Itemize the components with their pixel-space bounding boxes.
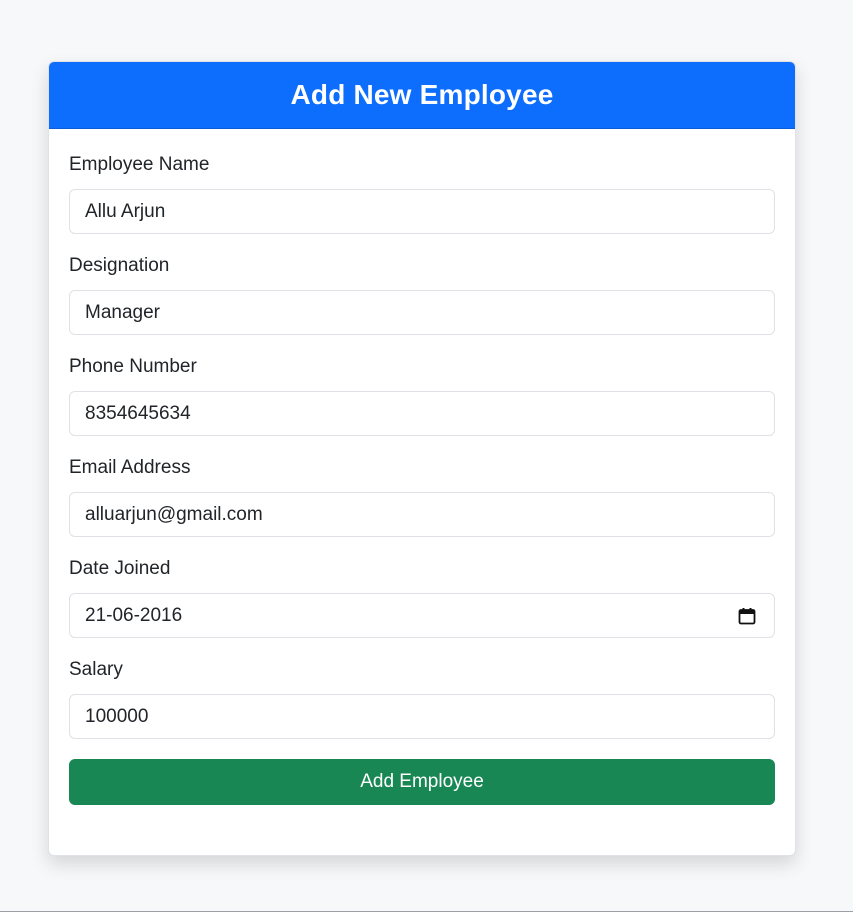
email-address-group: Email Address alluarjun@gmail.com — [69, 456, 775, 537]
email-address-input[interactable]: alluarjun@gmail.com — [69, 492, 775, 537]
card-header: Add New Employee — [49, 62, 795, 129]
date-joined-input[interactable]: 21-06-2016 — [69, 593, 775, 638]
employee-name-label: Employee Name — [69, 154, 210, 175]
employee-name-input[interactable]: Allu Arjun — [69, 189, 775, 234]
email-address-label: Email Address — [69, 457, 191, 478]
employee-name-group: Employee Name Allu Arjun — [69, 153, 775, 234]
add-employee-button[interactable]: Add Employee — [69, 759, 775, 805]
designation-label: Designation — [69, 255, 170, 276]
date-joined-label: Date Joined — [69, 558, 171, 579]
employee-form: Employee Name Allu Arjun Designation Man… — [49, 129, 795, 825]
phone-number-group: Phone Number 8354645634 — [69, 355, 775, 436]
phone-number-input[interactable]: 8354645634 — [69, 391, 775, 436]
salary-group: Salary 100000 — [69, 658, 775, 739]
add-employee-card: Add New Employee Employee Name Allu Arju… — [48, 61, 796, 856]
phone-number-label: Phone Number — [69, 356, 197, 377]
salary-label: Salary — [69, 659, 123, 680]
salary-input[interactable]: 100000 — [69, 694, 775, 739]
designation-group: Designation Manager — [69, 254, 775, 335]
designation-input[interactable]: Manager — [69, 290, 775, 335]
calendar-icon[interactable] — [738, 607, 756, 625]
form-title: Add New Employee — [290, 79, 554, 110]
date-joined-group: Date Joined 21-06-2016 — [69, 557, 775, 638]
date-joined-value: 21-06-2016 — [85, 604, 183, 626]
